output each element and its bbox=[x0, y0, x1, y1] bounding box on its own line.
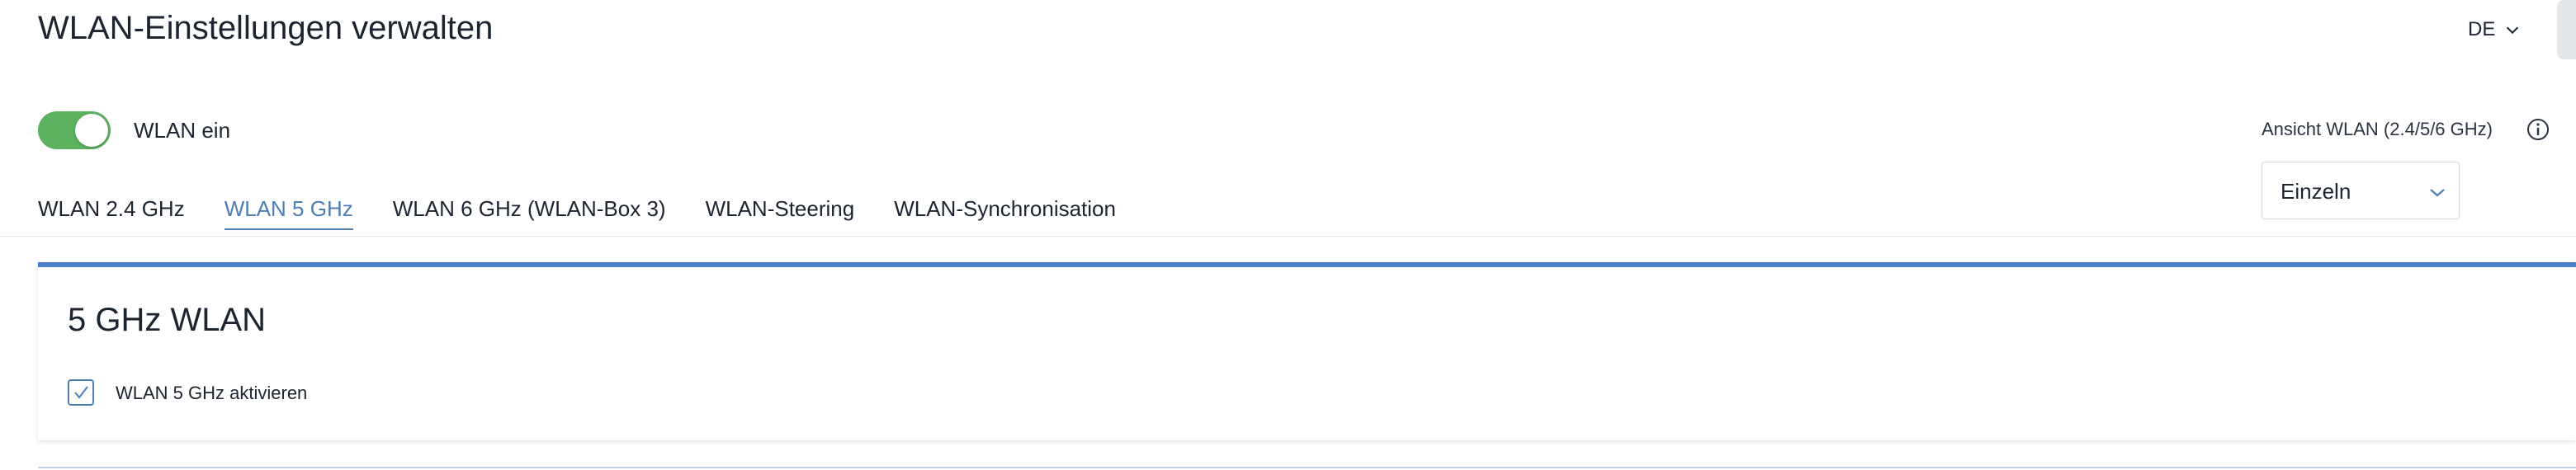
info-icon[interactable] bbox=[2526, 117, 2550, 142]
wlan-5ghz-panel: 5 GHz WLAN WLAN 5 GHz aktivieren bbox=[38, 262, 2576, 440]
wlan-toggle[interactable] bbox=[38, 111, 111, 149]
chevron-down-icon bbox=[2430, 189, 2445, 197]
check-icon bbox=[74, 386, 88, 399]
wlan-toggle-label: WLAN ein bbox=[134, 118, 231, 143]
panel-title: 5 GHz WLAN bbox=[68, 302, 267, 338]
tab-wlan-steering[interactable]: WLAN-Steering bbox=[706, 196, 855, 230]
view-select[interactable]: Einzeln bbox=[2262, 162, 2460, 219]
tab-bar: WLAN 2.4 GHz WLAN 5 GHz WLAN 6 GHz (WLAN… bbox=[38, 196, 1156, 230]
tab-wlan-synchronisation[interactable]: WLAN-Synchronisation bbox=[894, 196, 1116, 230]
wlan-5ghz-enable-checkbox[interactable] bbox=[68, 379, 94, 406]
chevron-down-icon bbox=[2507, 26, 2519, 35]
tab-wlan-6-ghz[interactable]: WLAN 6 GHz (WLAN-Box 3) bbox=[393, 196, 666, 230]
language-label: DE bbox=[2468, 18, 2496, 40]
view-label: Ansicht WLAN (2.4/5/6 GHz) bbox=[2262, 119, 2493, 139]
tab-wlan-5-ghz[interactable]: WLAN 5 GHz bbox=[224, 196, 353, 230]
toggle-knob bbox=[75, 114, 108, 147]
view-select-value: Einzeln bbox=[2281, 179, 2351, 204]
tab-wlan-2-4-ghz[interactable]: WLAN 2.4 GHz bbox=[38, 196, 185, 230]
side-panel-handle[interactable] bbox=[2557, 0, 2576, 59]
next-panel-edge bbox=[38, 467, 2576, 468]
language-selector[interactable]: DE bbox=[2468, 18, 2522, 41]
page-title: WLAN-Einstellungen verwalten bbox=[38, 10, 494, 46]
checkbox-label: WLAN 5 GHz aktivieren bbox=[116, 383, 308, 403]
tabs-divider bbox=[0, 236, 2576, 237]
